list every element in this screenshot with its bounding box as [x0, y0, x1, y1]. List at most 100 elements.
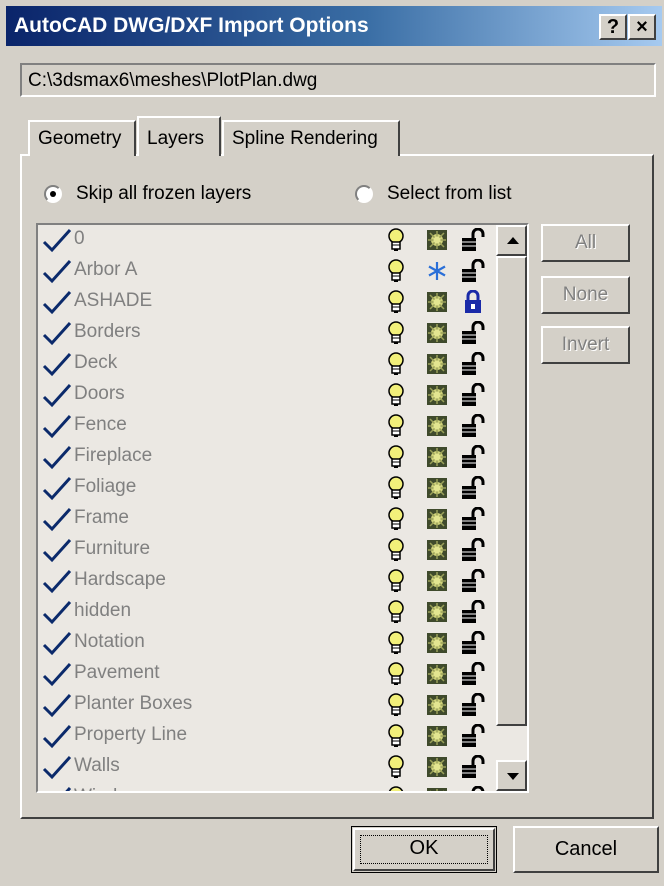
layer-row[interactable]: Deck — [38, 349, 496, 380]
cancel-button[interactable]: Cancel — [513, 826, 659, 873]
checkmark-icon[interactable] — [42, 289, 72, 315]
none-button[interactable]: None — [541, 276, 630, 314]
unlock-icon[interactable] — [461, 785, 487, 791]
checkmark-icon[interactable] — [42, 258, 72, 284]
checkmark-icon[interactable] — [42, 506, 72, 532]
layer-row[interactable]: Property Line — [38, 721, 496, 752]
lightbulb-icon[interactable] — [387, 476, 405, 500]
lightbulb-icon[interactable] — [387, 693, 405, 717]
sun-icon[interactable] — [426, 787, 448, 791]
lock-icon[interactable] — [461, 289, 487, 314]
lightbulb-icon[interactable] — [387, 445, 405, 469]
sun-icon[interactable] — [426, 322, 448, 344]
sun-icon[interactable] — [426, 725, 448, 747]
lightbulb-icon[interactable] — [387, 786, 405, 791]
checkmark-icon[interactable] — [42, 661, 72, 687]
checkmark-icon[interactable] — [42, 692, 72, 718]
checkmark-icon[interactable] — [42, 320, 72, 346]
sun-icon[interactable] — [426, 384, 448, 406]
lightbulb-icon[interactable] — [387, 228, 405, 252]
layer-row[interactable]: Fence — [38, 411, 496, 442]
unlock-icon[interactable] — [461, 723, 487, 748]
tab-spline-rendering[interactable]: Spline Rendering — [222, 120, 400, 156]
unlock-icon[interactable] — [461, 413, 487, 438]
sun-icon[interactable] — [426, 694, 448, 716]
checkmark-icon[interactable] — [42, 754, 72, 780]
layer-row[interactable]: Pavement — [38, 659, 496, 690]
unlock-icon[interactable] — [461, 351, 487, 376]
layer-row[interactable]: Frame — [38, 504, 496, 535]
lightbulb-icon[interactable] — [387, 662, 405, 686]
lightbulb-icon[interactable] — [387, 290, 405, 314]
checkmark-icon[interactable] — [42, 630, 72, 656]
sun-icon[interactable] — [426, 508, 448, 530]
sun-icon[interactable] — [426, 353, 448, 375]
tab-geometry[interactable]: Geometry — [28, 120, 136, 156]
tab-layers[interactable]: Layers — [137, 116, 221, 156]
layer-row[interactable]: hidden — [38, 597, 496, 628]
sun-icon[interactable] — [426, 570, 448, 592]
layer-row[interactable]: ASHADE — [38, 287, 496, 318]
select-from-list-radio[interactable] — [355, 185, 373, 203]
checkmark-icon[interactable] — [42, 785, 72, 791]
checkmark-icon[interactable] — [42, 351, 72, 377]
unlock-icon[interactable] — [461, 506, 487, 531]
unlock-icon[interactable] — [461, 661, 487, 686]
layer-row[interactable]: Planter Boxes — [38, 690, 496, 721]
skip-frozen-radio[interactable] — [44, 185, 62, 203]
layer-row[interactable]: Windows — [38, 783, 496, 791]
layer-row[interactable]: Furniture — [38, 535, 496, 566]
sun-icon[interactable] — [426, 756, 448, 778]
title-bar[interactable]: AutoCAD DWG/DXF Import Options ? × — [6, 6, 662, 46]
unlock-icon[interactable] — [461, 382, 487, 407]
unlock-icon[interactable] — [461, 630, 487, 655]
lightbulb-icon[interactable] — [387, 755, 405, 779]
unlock-icon[interactable] — [461, 754, 487, 779]
sun-icon[interactable] — [426, 663, 448, 685]
sun-icon[interactable] — [426, 539, 448, 561]
checkmark-icon[interactable] — [42, 444, 72, 470]
select-from-list-option[interactable]: Select from list — [355, 183, 512, 205]
lightbulb-icon[interactable] — [387, 383, 405, 407]
unlock-icon[interactable] — [461, 227, 487, 252]
lightbulb-icon[interactable] — [387, 352, 405, 376]
vertical-scrollbar[interactable] — [496, 225, 527, 791]
lightbulb-icon[interactable] — [387, 569, 405, 593]
scroll-thumb[interactable] — [496, 256, 527, 726]
lightbulb-icon[interactable] — [387, 259, 405, 283]
scroll-up-button[interactable] — [496, 225, 527, 256]
checkmark-icon[interactable] — [42, 475, 72, 501]
ok-button[interactable]: OK — [351, 826, 497, 873]
layer-row[interactable]: Fireplace — [38, 442, 496, 473]
checkmark-icon[interactable] — [42, 568, 72, 594]
unlock-icon[interactable] — [461, 258, 487, 283]
layer-row[interactable]: Notation — [38, 628, 496, 659]
layer-row[interactable]: Foliage — [38, 473, 496, 504]
unlock-icon[interactable] — [461, 692, 487, 717]
lightbulb-icon[interactable] — [387, 600, 405, 624]
all-button[interactable]: All — [541, 224, 630, 262]
invert-button[interactable]: Invert — [541, 326, 630, 364]
unlock-icon[interactable] — [461, 599, 487, 624]
unlock-icon[interactable] — [461, 475, 487, 500]
help-button[interactable]: ? — [599, 14, 627, 40]
sun-icon[interactable] — [426, 229, 448, 251]
layer-row[interactable]: Hardscape — [38, 566, 496, 597]
checkmark-icon[interactable] — [42, 227, 72, 253]
layer-row[interactable]: 0 — [38, 225, 496, 256]
sun-icon[interactable] — [426, 446, 448, 468]
skip-frozen-option[interactable]: Skip all frozen layers — [44, 183, 251, 205]
layer-list[interactable]: 0 Arbor A ASHADE Borders Deck Doors Fence Firep… — [36, 223, 529, 793]
layer-row[interactable]: Borders — [38, 318, 496, 349]
layer-row[interactable]: Doors — [38, 380, 496, 411]
sun-icon[interactable] — [426, 632, 448, 654]
lightbulb-icon[interactable] — [387, 321, 405, 345]
unlock-icon[interactable] — [461, 320, 487, 345]
unlock-icon[interactable] — [461, 444, 487, 469]
layer-row[interactable]: Arbor A — [38, 256, 496, 287]
close-button[interactable]: × — [628, 14, 656, 40]
lightbulb-icon[interactable] — [387, 414, 405, 438]
checkmark-icon[interactable] — [42, 599, 72, 625]
checkmark-icon[interactable] — [42, 382, 72, 408]
checkmark-icon[interactable] — [42, 537, 72, 563]
